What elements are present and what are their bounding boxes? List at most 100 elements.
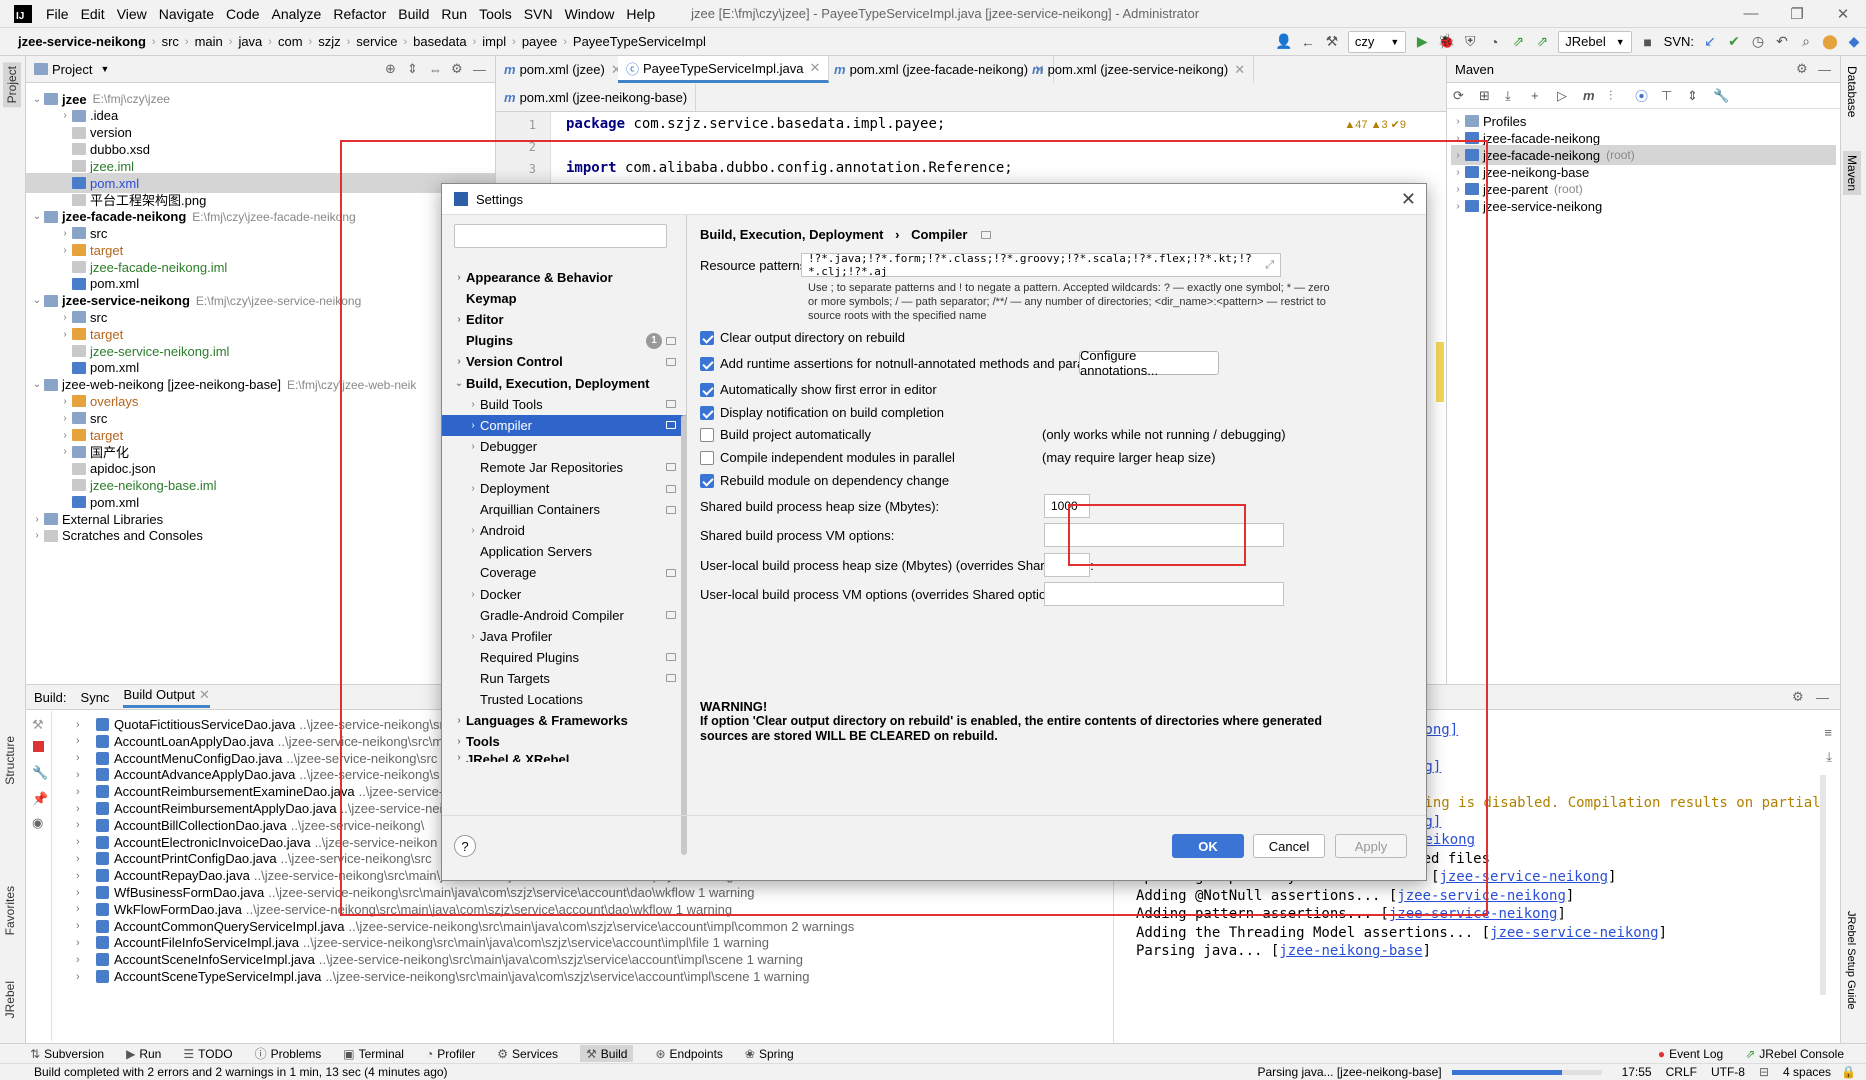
tool-button-spring[interactable]: ❀ Spring [745,1045,794,1062]
chevron-down-icon[interactable]: ⌄ [30,94,44,105]
settings-item-compiler[interactable]: › Compiler [442,414,686,436]
chevron-right-icon[interactable]: › [58,446,72,457]
gear-icon[interactable]: ⚙ [1796,61,1818,77]
chevron-right-icon[interactable]: › [452,356,466,367]
chevron-right-icon[interactable]: › [30,530,44,541]
show-dependencies-icon[interactable]: ⊤ [1661,88,1687,104]
chevron-right-icon[interactable]: › [58,430,72,441]
chevron-right-icon[interactable]: › [1451,133,1465,144]
caret-position[interactable]: 17:55 [1622,1065,1652,1079]
run-icon[interactable]: ▶ [1410,30,1434,54]
settings-item-keymap[interactable]: Keymap [442,288,686,309]
stop-icon[interactable] [33,741,44,752]
rebuild-on-dependency-label[interactable]: Rebuild module on dependency change [720,473,949,488]
chevron-right-icon[interactable]: › [452,314,466,325]
settings-item-tools[interactable]: › Tools [442,731,686,752]
lock-icon[interactable]: 🔒 [1841,1065,1856,1079]
ide-logo-icon[interactable]: ◆ [1842,30,1866,54]
chevron-down-icon[interactable]: ⌄ [30,379,44,390]
jrebel-run-icon[interactable]: ⇗ [1506,30,1530,54]
chevron-right-icon[interactable]: › [1451,150,1465,161]
build-notification-label[interactable]: Display notification on build completion [720,405,944,420]
maven-goal-icon[interactable]: m [1583,88,1609,103]
chevron-right-icon[interactable]: › [58,245,72,256]
breadcrumb-item[interactable]: java [238,34,262,49]
scroll-to-end-icon[interactable]: ⤓ [1826,749,1832,765]
event-log-button[interactable]: ● Event Log [1658,1047,1723,1061]
chevron-right-icon[interactable]: › [466,399,480,410]
gear-icon[interactable]: ⚙ [1792,689,1816,705]
minimize-icon[interactable]: — [1728,5,1774,22]
chevron-right-icon[interactable]: › [58,312,72,323]
line-separator[interactable]: CRLF [1666,1065,1697,1079]
jrebel-debug-icon[interactable]: ⇗ [1530,30,1554,54]
chevron-down-icon[interactable]: ⌄ [452,378,466,389]
chevron-right-icon[interactable]: › [76,954,96,966]
tree-scrollbar[interactable] [681,415,687,855]
chevron-right-icon[interactable]: › [452,736,466,747]
settings-item-remote-jar-repositories[interactable]: Remote Jar Repositories [442,457,686,478]
settings-item-coverage[interactable]: Coverage [442,562,686,583]
build-notification-checkbox[interactable] [700,406,714,420]
breadcrumb-item[interactable]: basedata [413,34,467,49]
settings-item-build-tools[interactable]: › Build Tools [442,394,686,415]
settings-item-build-execution-deployment[interactable]: ⌄ Build, Execution, Deployment [442,373,686,394]
chevron-right-icon[interactable]: › [466,589,480,600]
svn-update-icon[interactable]: ↙ [1698,30,1722,54]
hammer-icon[interactable]: ⚒ [1320,30,1344,54]
jrebel-select[interactable]: JRebel ▼ [1558,30,1632,53]
menu-edit[interactable]: Edit [75,6,111,22]
hide-icon[interactable]: — [1818,62,1840,77]
settings-item-version-control[interactable]: › Version Control [442,351,686,372]
menu-analyze[interactable]: Analyze [266,6,328,22]
settings-item-debugger[interactable]: › Debugger [442,436,686,457]
chevron-right-icon[interactable]: › [76,887,96,899]
build-automatically-label[interactable]: Build project automatically [720,427,871,442]
user-icon[interactable]: 👤 [1272,30,1296,54]
chevron-right-icon[interactable]: › [76,903,96,915]
resource-patterns-input[interactable]: !?*.java;!?*.form;!?*.class;!?*.groovy;!… [801,252,1281,278]
indent-setting[interactable]: 4 spaces [1783,1065,1831,1079]
clear-output-checkbox[interactable] [700,331,714,345]
chevron-right-icon[interactable]: › [452,752,466,762]
project-tool-tab[interactable]: Project [3,62,21,108]
collapse-all-icon[interactable]: ⇔ [429,62,451,77]
breadcrumb-item[interactable]: main [195,34,223,49]
menu-svn[interactable]: SVN [518,6,559,22]
tab-pom-base[interactable]: m pom.xml (jzee-neikong-base) [496,84,697,111]
download-icon[interactable]: ⤓ [1505,88,1531,104]
chevron-right-icon[interactable]: › [466,483,480,494]
rebuild-icon[interactable]: ⚒ [32,717,44,733]
runtime-assertions-label[interactable]: Add runtime assertions for notnull-annot… [720,356,1124,371]
tool-button-terminal[interactable]: ▣ Terminal [343,1045,404,1062]
settings-item-arquillian-containers[interactable]: Arquillian Containers [442,499,686,520]
user-vm-options-input[interactable] [1044,582,1284,606]
close-icon[interactable]: ✕ [1401,189,1416,210]
menu-help[interactable]: Help [620,6,661,22]
chevron-right-icon[interactable]: › [452,715,466,726]
wrench-icon[interactable]: 🔧 [1713,88,1739,104]
menu-code[interactable]: Code [220,6,265,22]
compile-parallel-checkbox[interactable] [700,451,714,465]
chevron-right-icon[interactable]: › [466,525,480,536]
breadcrumb-item[interactable]: com [278,34,303,49]
settings-item-java-profiler[interactable]: › Java Profiler [442,626,686,647]
tool-button-problems[interactable]: ⓘ Problems [255,1045,322,1062]
compile-parallel-label[interactable]: Compile independent modules in parallel [720,450,955,465]
hide-icon[interactable]: — [473,62,495,77]
breadcrumb-item[interactable]: jzee-service-neikong [18,34,146,49]
reload-icon[interactable]: ⟳ [1453,88,1479,104]
database-tool-tab[interactable]: Database [1845,66,1859,117]
tool-button-run[interactable]: ▶ Run [126,1045,161,1062]
wrench-icon[interactable]: 🔧 [32,765,48,781]
maven-tree-item[interactable]: › jzee-service-neikong [1451,196,1836,216]
chevron-right-icon[interactable]: › [1451,116,1465,127]
svn-commit-icon[interactable]: ✔ [1722,30,1746,54]
chevron-right-icon[interactable]: › [58,329,72,340]
run-icon[interactable]: ▷ [1557,88,1583,104]
breadcrumb-item[interactable]: src [162,34,179,49]
file-encoding[interactable]: UTF-8 [1711,1065,1745,1079]
show-first-error-label[interactable]: Automatically show first error in editor [720,382,937,397]
debug-icon[interactable]: 🐞 [1434,30,1458,54]
revert-icon[interactable]: ↶ [1770,30,1794,54]
